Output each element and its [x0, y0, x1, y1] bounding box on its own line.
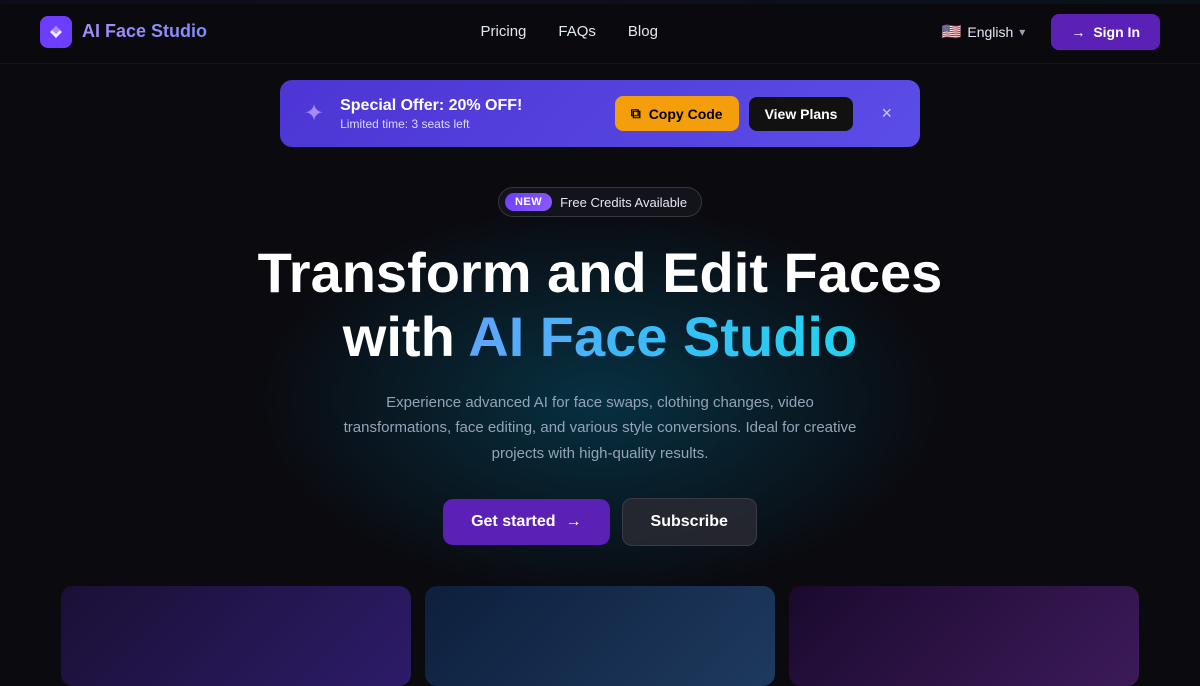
subscribe-button[interactable]: Subscribe	[622, 498, 757, 546]
language-label: English	[967, 24, 1013, 40]
new-badge-container: New Free Credits Available	[498, 187, 702, 217]
promo-banner: ✦ Special Offer: 20% OFF! Limited time: …	[280, 80, 920, 147]
header-right: 🇺🇸 English ▾ → Sign In	[931, 14, 1160, 50]
logo-icon	[40, 16, 72, 48]
logo[interactable]: AI Face Studio	[40, 16, 207, 48]
banner-close-button[interactable]: ×	[877, 99, 896, 128]
copy-code-label: Copy Code	[649, 106, 723, 122]
main-nav: Pricing FAQs Blog	[481, 23, 658, 40]
nav-pricing[interactable]: Pricing	[481, 23, 527, 40]
flag-icon: 🇺🇸	[941, 22, 961, 42]
hero-actions: Get started → Subscribe	[443, 498, 757, 546]
hero-title-line2: with AI Face Studio	[258, 305, 943, 369]
sign-in-button[interactable]: → Sign In	[1051, 14, 1160, 50]
copy-code-button[interactable]: ⧉ Copy Code	[615, 96, 739, 131]
get-started-label: Get started	[471, 513, 555, 531]
badge-text: Free Credits Available	[560, 195, 687, 210]
view-plans-label: View Plans	[765, 106, 838, 122]
sign-in-label: Sign In	[1093, 24, 1140, 40]
get-started-button[interactable]: Get started →	[443, 499, 609, 545]
preview-card-1	[61, 586, 411, 686]
banner-text-area: Special Offer: 20% OFF! Limited time: 3 …	[340, 97, 599, 131]
preview-card-2	[425, 586, 775, 686]
banner-actions: ⧉ Copy Code View Plans	[615, 96, 854, 131]
nav-faqs[interactable]: FAQs	[558, 23, 596, 40]
main-content: New Free Credits Available Transform and…	[0, 163, 1200, 686]
hero-subtitle: Experience advanced AI for face swaps, c…	[340, 390, 860, 467]
hero-title: Transform and Edit Faces with AI Face St…	[258, 241, 943, 370]
view-plans-button[interactable]: View Plans	[749, 97, 854, 131]
star-icon: ✦	[304, 99, 324, 128]
banner-subtitle: Limited time: 3 seats left	[340, 117, 599, 131]
banner-title: Special Offer: 20% OFF!	[340, 97, 599, 115]
chevron-down-icon: ▾	[1019, 25, 1025, 39]
hero-title-line1: Transform and Edit Faces	[258, 241, 943, 305]
hero-title-plain: with	[343, 305, 468, 368]
preview-cards	[21, 586, 1179, 686]
new-badge: New	[505, 193, 552, 211]
logo-text: AI Face Studio	[82, 21, 207, 42]
arrow-icon: →	[566, 513, 582, 531]
preview-card-3	[789, 586, 1139, 686]
hero-title-gradient: AI Face Studio	[468, 305, 857, 368]
sign-in-icon: →	[1071, 24, 1085, 40]
copy-icon: ⧉	[631, 105, 641, 122]
subscribe-label: Subscribe	[651, 513, 728, 530]
header: AI Face Studio Pricing FAQs Blog 🇺🇸 Engl…	[0, 0, 1200, 64]
language-selector[interactable]: 🇺🇸 English ▾	[931, 16, 1035, 48]
nav-blog[interactable]: Blog	[628, 23, 658, 40]
